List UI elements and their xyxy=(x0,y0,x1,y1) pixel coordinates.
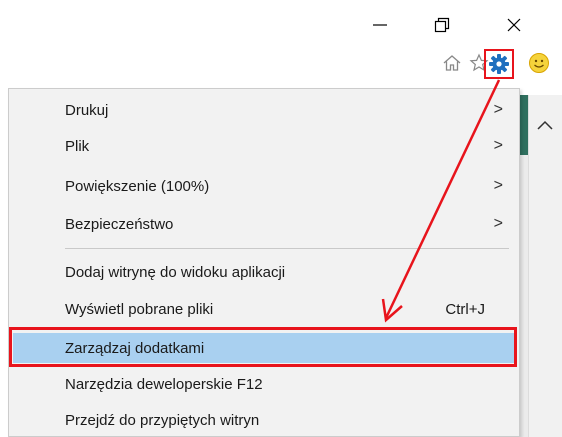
menu-item-label: Dodaj witrynę do widoku aplikacji xyxy=(65,263,286,281)
home-icon xyxy=(443,55,461,71)
close-button[interactable] xyxy=(494,10,534,40)
menu-item-file[interactable]: Plik > xyxy=(9,131,519,161)
page-accent-strip xyxy=(520,95,528,155)
menu-item-safety[interactable]: Bezpieczeństwo > xyxy=(9,209,519,239)
tools-button[interactable] xyxy=(484,49,514,79)
chevron-right-icon: > xyxy=(493,101,503,118)
smiley-icon xyxy=(529,53,549,73)
scrollbar[interactable] xyxy=(528,95,562,437)
menu-item-label: Przejdź do przypiętych witryn xyxy=(65,411,260,429)
shortcut-label: Ctrl+J xyxy=(445,300,485,318)
tools-menu: Drukuj > Plik > Powiększenie (100%) > Be… xyxy=(8,88,520,437)
menu-item-label: Powiększenie (100%) xyxy=(65,177,210,195)
menu-item-label: Narzędzia deweloperskie F12 xyxy=(65,375,263,393)
menu-item-view-downloads[interactable]: Wyświetl pobrane pliki Ctrl+J xyxy=(9,294,519,324)
menu-item-print[interactable]: Drukuj > xyxy=(9,95,519,125)
menu-item-label: Drukuj xyxy=(65,101,109,119)
menu-separator xyxy=(65,248,509,249)
chevron-right-icon: > xyxy=(493,137,503,154)
restore-icon xyxy=(434,17,450,33)
minimize-button[interactable] xyxy=(360,10,400,40)
chevron-right-icon: > xyxy=(493,215,503,232)
close-icon xyxy=(507,18,521,32)
menu-item-developer-tools[interactable]: Narzędzia deweloperskie F12 xyxy=(9,369,519,399)
menu-item-label: Plik xyxy=(65,137,90,155)
restore-button[interactable] xyxy=(422,10,462,40)
chevron-up-icon xyxy=(537,120,553,130)
minimize-icon xyxy=(373,24,387,26)
chevron-right-icon: > xyxy=(493,177,503,194)
menu-item-label: Bezpieczeństwo xyxy=(65,215,174,233)
scroll-up-button[interactable] xyxy=(536,118,554,136)
menu-item-pinned-sites[interactable]: Przejdź do przypiętych witryn xyxy=(9,405,519,435)
menu-item-zoom[interactable]: Powiększenie (100%) > xyxy=(9,171,519,201)
feedback-button[interactable] xyxy=(526,50,552,76)
annotation-highlight-box xyxy=(9,327,517,367)
menu-item-add-to-apps[interactable]: Dodaj witrynę do widoku aplikacji xyxy=(9,257,519,287)
home-button[interactable] xyxy=(439,50,465,76)
gear-icon xyxy=(489,54,509,74)
